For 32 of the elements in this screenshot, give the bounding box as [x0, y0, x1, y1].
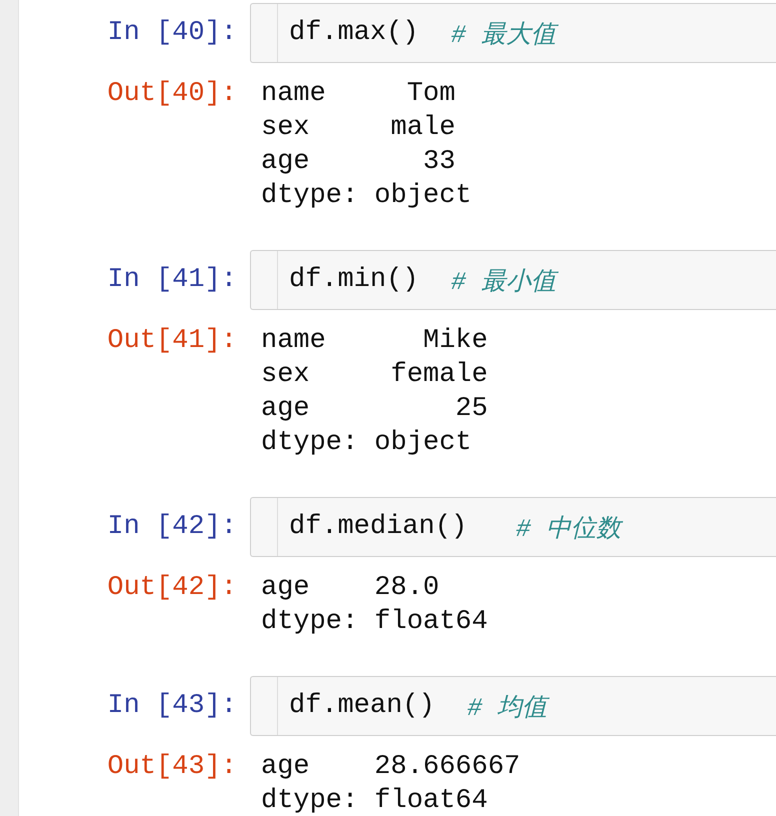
- input-prompt: In [40]:: [106, 17, 237, 50]
- code-text: df.mean(): [289, 691, 436, 721]
- code-text: df.min(): [289, 265, 420, 295]
- code-text: df.max(): [289, 18, 420, 48]
- output-line: name Tom: [261, 78, 456, 111]
- output-line: dtype: object: [261, 180, 472, 213]
- output-line: dtype: object: [261, 427, 473, 460]
- input-prompt: In [43]:: [106, 690, 237, 723]
- code-input[interactable]: df.max() # 最大值: [250, 3, 776, 63]
- output-line: sex male: [261, 112, 456, 145]
- input-prompt: In [41]:: [106, 264, 237, 297]
- output-prompt: Out[42]:: [106, 572, 237, 605]
- code-input[interactable]: df.median() # 中位数: [250, 497, 776, 557]
- code-comment: # 最小值: [451, 266, 556, 296]
- code-input[interactable]: df.mean() # 均值: [250, 676, 776, 736]
- code-comment: # 中位数: [516, 514, 621, 544]
- code-text: df.median(): [289, 512, 468, 542]
- output-line: sex female: [261, 359, 488, 392]
- output-line: dtype: float64: [261, 606, 488, 639]
- output-line: age 33: [261, 146, 456, 179]
- output-line: age 28.0: [261, 572, 440, 605]
- output-prompt: Out[43]:: [106, 751, 237, 784]
- output-prompt: Out[40]:: [106, 78, 237, 111]
- output-line: dtype: float64: [261, 785, 489, 816]
- code-comment: # 最大值: [451, 20, 556, 50]
- output-line: age 25: [261, 393, 488, 426]
- code-comment: # 均值: [467, 692, 548, 722]
- input-prompt: In [42]:: [106, 511, 237, 544]
- code-input[interactable]: df.min() # 最小值: [250, 250, 776, 310]
- output-line: age 28.666667: [261, 751, 520, 784]
- output-prompt: Out[41]:: [106, 325, 237, 358]
- output-line: name Mike: [261, 325, 488, 358]
